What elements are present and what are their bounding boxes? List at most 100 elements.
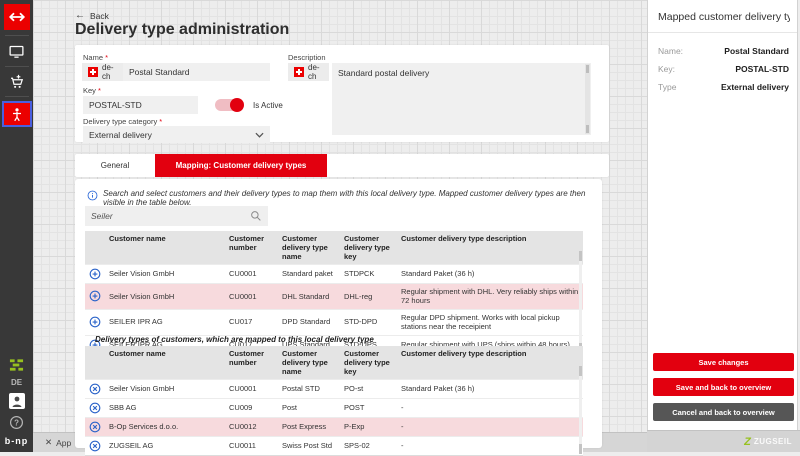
monitor-icon [8,43,25,60]
cell-desc: - [397,438,583,453]
zugseil-mini-logo-icon [9,358,24,372]
vertical-scrollbar[interactable] [579,251,582,353]
cell-number: CU0011 [225,438,278,453]
table-row: Seiler Vision GmbHCU0001DHL StandardDHL-… [85,283,583,309]
name-input[interactable] [123,63,270,81]
cell-name: Seiler Vision GmbH [105,266,225,281]
cell-type-key: DHL-reg [340,289,397,304]
cell-type-key: SPS-02 [340,438,397,453]
bottom-app-label: App [56,438,71,448]
sbb-logo[interactable] [4,4,30,30]
table-row: Seiler Vision GmbHCU0001Standard paketST… [85,264,583,283]
description-textarea[interactable]: Standard postal delivery [332,63,591,135]
cancel-and-back-button[interactable]: Cancel and back to overview [653,403,794,421]
tab-general[interactable]: General [75,154,155,177]
panel-field-key: Key:POSTAL-STD [658,64,789,74]
name-language-chip[interactable]: de-ch [82,63,123,81]
close-app-icon[interactable]: ✕ [45,437,52,448]
col-customer-number: Customer number [225,231,278,264]
table-header: Customer name Customer number Customer d… [85,346,583,379]
cell-number: CU0001 [225,289,278,304]
cell-name: SEILER IPR AG [105,314,225,329]
remove-mapping-icon[interactable] [89,421,101,433]
vertical-scrollbar[interactable] [585,64,590,134]
vertical-scrollbar[interactable] [579,366,582,454]
zugseil-brand: ZUGSEIL [754,437,792,446]
save-and-back-button[interactable]: Save and back to overview [653,378,794,396]
remove-mapping-icon[interactable] [89,383,101,395]
cell-type-key: POST [340,400,397,415]
person-icon [9,106,25,123]
cell-type-name: Post Express [278,419,340,434]
sidebar-item-customer-admin-selected[interactable] [4,103,30,125]
cell-type-name: DHL Standard [278,289,340,304]
add-mapping-icon[interactable] [89,316,101,328]
panel-title: Mapped customer delivery typ... [658,11,790,23]
table-row: SBB AGCU009PostPOST- [85,398,583,417]
category-label: Delivery type category * [83,117,162,126]
col-type-name: Customer delivery type name [278,231,340,264]
cell-name: ZUGSEIL AG [105,438,225,453]
add-mapping-icon[interactable] [89,290,101,302]
mapped-summary-panel: Mapped customer delivery typ... Name:Pos… [647,0,798,430]
cell-type-key: STD-DPD [340,314,397,329]
category-select[interactable]: External delivery [83,126,270,143]
cell-number: CU0001 [225,266,278,281]
mapped-section-title: Delivery types of customers, which are m… [95,335,374,344]
back-label: Back [90,11,109,21]
remove-mapping-icon[interactable] [89,440,101,452]
key-label: Key * [83,86,101,95]
svg-text:?: ? [14,418,19,427]
search-input[interactable] [85,211,250,221]
page-title: Delivery type administration [75,21,289,39]
col-type-description: Customer delivery type description [397,346,583,379]
cell-desc: Standard Paket (36 h) [397,381,583,396]
info-icon [87,190,98,201]
cell-name: SBB AG [105,400,225,415]
table-row: SEILER IPR AGCU017DPD StandardSTD-DPDReg… [85,309,583,335]
cell-name: Seiler Vision GmbH [105,381,225,396]
language-switch[interactable]: DE [11,378,22,387]
help-icon[interactable]: ? [9,415,24,430]
swiss-flag-icon [88,67,98,77]
is-active-label: Is Active [253,101,283,110]
chevron-down-icon [255,132,264,138]
search-icon[interactable] [250,210,262,222]
delivery-type-form: Name * de-ch Key * Is Active Delivery ty… [75,45,609,142]
is-active-toggle[interactable] [215,99,243,111]
cell-name: Seiler Vision GmbH [105,289,225,304]
add-mapping-icon[interactable] [89,268,101,280]
save-changes-button[interactable]: Save changes [653,353,794,371]
toggle-knob [230,98,244,112]
col-type-key: Customer delivery type key [340,231,397,264]
key-input[interactable] [83,96,198,114]
description-label: Description [288,53,326,62]
sidebar-item-monitor[interactable] [4,41,30,61]
table-row: ZUGSEIL AGCU0011Swiss Post StdSPS-02- [85,436,583,455]
tab-mapping-customer-delivery-types[interactable]: Mapping: Customer delivery types [155,154,327,177]
bnp-logo: b-np [5,436,29,446]
user-avatar[interactable] [9,393,25,409]
cell-type-name: Post [278,400,340,415]
remove-mapping-icon[interactable] [89,402,101,414]
double-arrow-icon [8,8,26,26]
main-area: ✕ App ← Back Delivery type administratio… [33,0,647,452]
col-type-key: Customer delivery type key [340,346,397,379]
back-button[interactable]: ← Back [75,10,109,21]
panel-field-name: Name:Postal Standard [658,46,789,56]
cell-desc: - [397,419,583,434]
cell-type-key: P-Exp [340,419,397,434]
cell-type-name: Swiss Post Std [278,438,340,453]
description-language-chip[interactable]: de-ch [288,63,329,81]
cell-type-name: Standard paket [278,266,340,281]
sidebar-item-cart[interactable] [4,72,30,92]
col-customer-name: Customer name [105,231,225,264]
tab-bar: General Mapping: Customer delivery types [75,154,609,177]
name-label: Name * [83,53,108,62]
cell-number: CU0001 [225,381,278,396]
col-customer-number: Customer number [225,346,278,379]
col-type-name: Customer delivery type name [278,346,340,379]
cell-desc: Regular DPD shipment. Works with local p… [397,310,583,335]
table-row: B-Op Services d.o.o.CU0012Post ExpressP-… [85,417,583,436]
app-sidebar: DE ? b-np [0,0,33,452]
